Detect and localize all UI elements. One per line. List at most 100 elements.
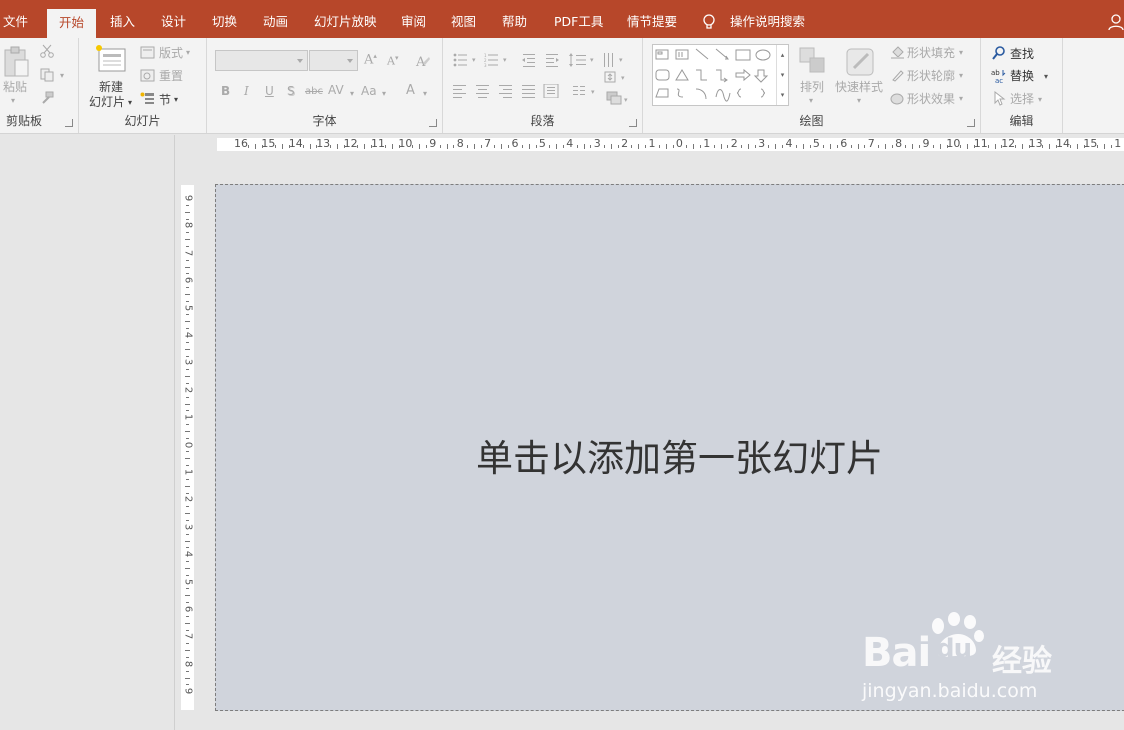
font-color-button[interactable]: A [406, 83, 415, 98]
horizontal-ruler-label: 8 [456, 137, 464, 150]
shape-outline-dropdown[interactable]: ▾ [959, 69, 963, 83]
new-slide-icon[interactable] [95, 45, 127, 73]
shape-outline-icon[interactable] [890, 68, 905, 83]
new-slide-label-1[interactable]: 新建 [99, 80, 123, 94]
change-case-dropdown[interactable]: ▾ [382, 87, 386, 101]
horizontal-ruler-tick [494, 145, 496, 148]
shrink-font-button[interactable]: A▾ [387, 54, 398, 68]
tab-pdf-tools[interactable]: PDF工具 [554, 0, 603, 38]
section-label[interactable]: 节 [159, 93, 171, 107]
italic-button[interactable]: I [244, 84, 249, 98]
reset-icon[interactable] [140, 69, 155, 82]
clear-format-icon[interactable]: A [415, 53, 431, 69]
new-slide-dropdown[interactable]: ▾ [128, 96, 132, 110]
smartart-icon[interactable]: ▾ [605, 90, 637, 106]
new-slide-label-2[interactable]: 幻灯片 [89, 95, 125, 109]
bold-button[interactable]: B [221, 84, 230, 98]
tab-review[interactable]: 审阅 [401, 0, 426, 38]
reset-label[interactable]: 重置 [159, 69, 183, 83]
arrange-icon[interactable] [798, 46, 828, 76]
section-icon[interactable] [140, 92, 155, 106]
select-label[interactable]: 选择 [1010, 92, 1034, 106]
shapes-gallery-scroll[interactable]: ▴ ▾ ▾ [776, 45, 788, 105]
arrange-label[interactable]: 排列 [800, 80, 824, 94]
clipboard-launcher[interactable] [65, 119, 73, 127]
shape-effects-icon[interactable] [890, 91, 905, 106]
format-painter-icon[interactable] [40, 91, 54, 105]
arrange-dropdown[interactable]: ▾ [809, 94, 813, 108]
horizontal-ruler-tick [912, 144, 914, 149]
shapes-gallery-icons[interactable] [653, 45, 777, 105]
quick-styles-dropdown[interactable]: ▾ [857, 94, 861, 108]
horizontal-ruler-label: 12 [343, 137, 358, 150]
paragraph-row1-icons[interactable]: ▾ 123 ▾ ▾ ▾ [453, 52, 633, 68]
slide-thumbnail-pane[interactable] [0, 135, 175, 730]
horizontal-ruler-tick [282, 144, 284, 149]
find-icon[interactable] [992, 46, 1006, 60]
tab-view[interactable]: 视图 [451, 0, 476, 38]
underline-button[interactable]: U [265, 84, 274, 98]
horizontal-ruler-label: 7 [484, 137, 492, 150]
drawing-launcher[interactable] [967, 119, 975, 127]
tab-transitions[interactable]: 切换 [212, 0, 237, 38]
shape-effects-label[interactable]: 形状效果 [907, 92, 955, 106]
tab-help[interactable]: 帮助 [502, 0, 527, 38]
horizontal-ruler-label: 11 [973, 137, 988, 150]
align-text-icon[interactable]: ▾ [603, 70, 635, 84]
shape-fill-dropdown[interactable]: ▾ [959, 46, 963, 60]
alignment-icons[interactable] [453, 84, 573, 98]
layout-icon[interactable] [140, 46, 155, 59]
paragraph-launcher[interactable] [629, 119, 637, 127]
quick-styles-label[interactable]: 快速样式 [835, 80, 883, 94]
tab-slideshow[interactable]: 幻灯片放映 [314, 0, 377, 38]
copy-icon[interactable] [40, 68, 56, 82]
tab-storyboard[interactable]: 情节提要 [627, 0, 677, 38]
shapes-gallery[interactable]: ▴ ▾ ▾ [652, 44, 789, 106]
vertical-ruler-tick [186, 341, 189, 343]
replace-label[interactable]: 替换 [1010, 69, 1034, 83]
strikethrough-button[interactable]: abc [305, 86, 323, 97]
replace-dropdown[interactable]: ▾ [1044, 70, 1048, 84]
shape-fill-label[interactable]: 形状填充 [907, 46, 955, 60]
font-size-combo[interactable] [309, 50, 358, 71]
account-icon[interactable] [1108, 14, 1124, 31]
char-spacing-button[interactable]: AV [328, 83, 344, 97]
vertical-ruler-tick [186, 314, 189, 316]
section-dropdown[interactable]: ▾ [174, 93, 178, 107]
columns-icon[interactable]: ▾ [571, 84, 605, 98]
cut-icon[interactable] [40, 44, 54, 58]
tab-design[interactable]: 设计 [161, 0, 186, 38]
tab-file[interactable]: 文件 [3, 0, 28, 38]
group-label-editing: 编辑 [1009, 114, 1034, 128]
font-launcher[interactable] [429, 119, 437, 127]
shape-fill-icon[interactable] [890, 45, 905, 60]
add-first-slide-placeholder[interactable]: 单击以添加第一张幻灯片 [476, 428, 883, 482]
tab-animations[interactable]: 动画 [263, 0, 288, 38]
copy-dropdown[interactable]: ▾ [60, 69, 64, 83]
font-color-dropdown[interactable]: ▾ [423, 87, 427, 101]
select-cursor-icon[interactable] [993, 91, 1006, 106]
paste-label[interactable]: 粘贴 [3, 80, 27, 94]
layout-label[interactable]: 版式 [159, 46, 183, 60]
layout-dropdown[interactable]: ▾ [186, 46, 190, 60]
shape-outline-label[interactable]: 形状轮廓 [907, 69, 955, 83]
replace-icon[interactable]: abac [991, 68, 1007, 84]
vertical-ruler-tick [186, 369, 189, 371]
tab-home[interactable]: 开始 [47, 9, 96, 38]
horizontal-ruler-tick [747, 144, 749, 149]
quick-styles-icon[interactable] [844, 46, 876, 78]
select-dropdown[interactable]: ▾ [1038, 93, 1042, 107]
grow-font-button[interactable]: A▴ [364, 52, 377, 67]
horizontal-ruler-tick [1097, 145, 1099, 148]
tab-insert[interactable]: 插入 [110, 0, 135, 38]
paste-icon[interactable] [3, 46, 29, 78]
change-case-button[interactable]: Aa [361, 84, 377, 98]
shape-effects-dropdown[interactable]: ▾ [959, 92, 963, 106]
paste-dropdown[interactable]: ▾ [11, 94, 15, 108]
tell-me-search[interactable]: 操作说明搜索 [702, 0, 805, 38]
shadow-button[interactable]: S [287, 84, 295, 98]
find-label[interactable]: 查找 [1010, 47, 1034, 61]
horizontal-ruler-label: 3 [758, 137, 766, 150]
char-spacing-dropdown[interactable]: ▾ [350, 87, 354, 101]
font-name-combo[interactable] [215, 50, 308, 71]
